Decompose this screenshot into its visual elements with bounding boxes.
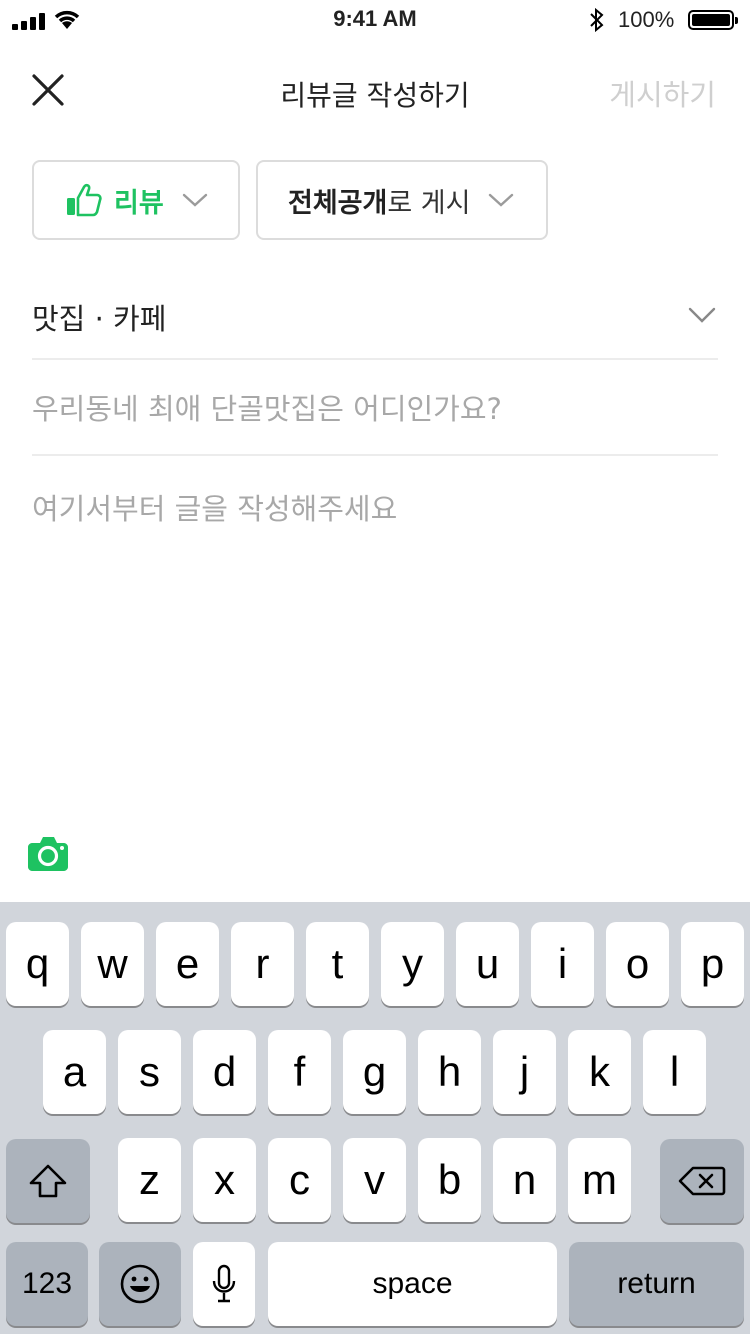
key-z[interactable]: z	[118, 1138, 181, 1222]
category-select[interactable]: 맛집 · 카페	[32, 272, 718, 360]
bluetooth-icon	[590, 8, 604, 32]
key-f[interactable]: f	[268, 1030, 331, 1114]
battery-icon	[688, 10, 738, 30]
key-s[interactable]: s	[118, 1030, 181, 1114]
chevron-down-icon	[182, 193, 207, 207]
key-a[interactable]: a	[43, 1030, 106, 1114]
emoji-key[interactable]	[99, 1242, 181, 1326]
backspace-key[interactable]	[660, 1139, 744, 1223]
battery-percent: 100%	[618, 7, 675, 32]
chevron-down-icon	[688, 307, 716, 323]
key-u[interactable]: u	[456, 922, 519, 1006]
key-x[interactable]: x	[193, 1138, 256, 1222]
key-y[interactable]: y	[381, 922, 444, 1006]
status-bar: 9:41 AM 100%	[0, 0, 750, 40]
post-type-dropdown[interactable]: 리뷰	[32, 160, 240, 240]
category-value: 맛집 · 카페	[32, 302, 167, 336]
key-g[interactable]: g	[343, 1030, 406, 1114]
keyboard: qwertyuiop asdfghjkl zxcvbnm 123 space r…	[0, 902, 750, 1334]
key-b[interactable]: b	[418, 1138, 481, 1222]
key-o[interactable]: o	[606, 922, 669, 1006]
shift-icon	[29, 1164, 67, 1198]
key-j[interactable]: j	[493, 1030, 556, 1114]
camera-icon[interactable]	[28, 834, 68, 872]
key-h[interactable]: h	[418, 1030, 481, 1114]
body-textarea[interactable]: 여기서부터 글을 작성해주세요	[32, 470, 718, 810]
space-key[interactable]: space	[268, 1242, 557, 1326]
shift-key[interactable]	[6, 1139, 90, 1223]
title-placeholder: 우리동네 최애 단골맛집은 어디인가요?	[32, 392, 502, 426]
key-e[interactable]: e	[156, 922, 219, 1006]
dictation-key[interactable]	[193, 1242, 255, 1326]
key-p[interactable]: p	[681, 922, 744, 1006]
nav-bar: 리뷰글 작성하기 게시하기	[0, 50, 750, 130]
body-placeholder: 여기서부터 글을 작성해주세요	[32, 492, 398, 526]
backspace-icon	[678, 1166, 726, 1196]
visibility-label-bold: 전체공개	[288, 187, 388, 219]
key-i[interactable]: i	[531, 922, 594, 1006]
return-key[interactable]: return	[569, 1242, 744, 1326]
key-l[interactable]: l	[643, 1030, 706, 1114]
key-t[interactable]: t	[306, 922, 369, 1006]
key-d[interactable]: d	[193, 1030, 256, 1114]
key-k[interactable]: k	[568, 1030, 631, 1114]
title-input[interactable]: 우리동네 최애 단골맛집은 어디인가요?	[32, 360, 718, 456]
chevron-down-icon	[489, 193, 514, 207]
visibility-dropdown[interactable]: 전체공개 로 게시	[256, 160, 548, 240]
thumbs-up-icon	[67, 183, 102, 217]
post-button[interactable]: 게시하기	[609, 72, 716, 114]
post-type-label: 리뷰	[114, 187, 164, 219]
microphone-icon	[212, 1264, 236, 1303]
key-c[interactable]: c	[268, 1138, 331, 1222]
key-n[interactable]: n	[493, 1138, 556, 1222]
key-r[interactable]: r	[231, 922, 294, 1006]
visibility-label-rest: 로 게시	[387, 187, 471, 219]
key-v[interactable]: v	[343, 1138, 406, 1222]
emoji-icon	[120, 1264, 160, 1304]
key-w[interactable]: w	[81, 922, 144, 1006]
key-q[interactable]: q	[6, 922, 69, 1006]
numbers-key[interactable]: 123	[6, 1242, 88, 1326]
key-m[interactable]: m	[568, 1138, 631, 1222]
